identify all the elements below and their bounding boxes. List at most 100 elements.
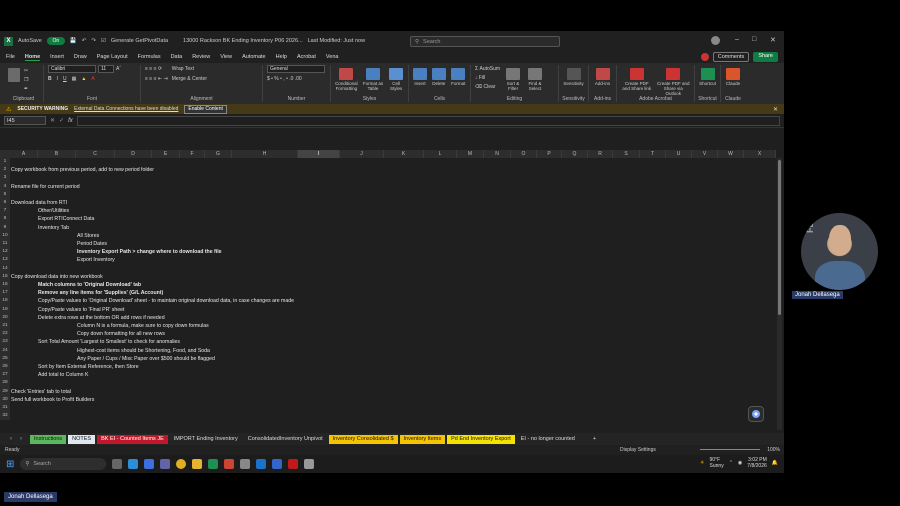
- row-header[interactable]: 23: [0, 338, 10, 347]
- cell-text[interactable]: Any Paper / Cups / Misc Paper over $500 …: [77, 355, 215, 363]
- warning-message[interactable]: External Data Connections have been disa…: [74, 106, 178, 112]
- row-header[interactable]: 28: [0, 379, 10, 388]
- notification-icon[interactable]: 🔔: [772, 460, 778, 466]
- borders-icon[interactable]: ▦: [72, 75, 77, 83]
- column-header-p[interactable]: P: [537, 150, 562, 158]
- cell-text[interactable]: Copy down formatting for all new rows: [77, 330, 165, 338]
- menu-file[interactable]: File: [6, 54, 15, 60]
- row-header[interactable]: 24: [0, 346, 10, 355]
- column-header-v[interactable]: V: [692, 150, 718, 158]
- column-header-u[interactable]: U: [666, 150, 692, 158]
- sensitivity-button[interactable]: Sensitivity: [563, 65, 584, 86]
- maximize-icon[interactable]: □: [752, 36, 756, 43]
- table-row[interactable]: 20 Delete extra rows at the bottom OR add…: [0, 313, 776, 322]
- cut-icon[interactable]: ✂: [24, 67, 28, 75]
- insert-cells-button[interactable]: Insert: [413, 65, 427, 86]
- italic-icon[interactable]: I: [57, 75, 58, 83]
- app-gray-icon[interactable]: [304, 459, 315, 469]
- cancel-icon[interactable]: ✕: [50, 117, 55, 124]
- table-row[interactable]: 18 Copy/Paste values to 'Original Downloa…: [0, 297, 776, 306]
- row-header[interactable]: 15: [0, 272, 10, 281]
- column-header-d[interactable]: D: [115, 150, 152, 158]
- comments-button[interactable]: Comments: [712, 52, 750, 62]
- table-row[interactable]: 9 Inventory Tab: [0, 223, 776, 232]
- wifi-icon[interactable]: ◉: [738, 460, 742, 466]
- column-header-j[interactable]: J: [340, 150, 384, 158]
- sheet-tab[interactable]: ConsolidatedInventory Unpivot: [243, 434, 327, 444]
- function-icon[interactable]: fx: [68, 118, 73, 124]
- table-row[interactable]: 8 Export RTIConnect Data: [0, 215, 776, 224]
- undo-icon[interactable]: ↶: [82, 38, 87, 44]
- menu-home[interactable]: Home: [24, 54, 41, 61]
- cell-text[interactable]: All Stores: [77, 232, 99, 240]
- sheet-tab[interactable]: NOTES: [68, 434, 96, 444]
- create-pdf-outlook-button[interactable]: Create PDF and Share via Outlook: [657, 65, 690, 96]
- table-row[interactable]: 11 Period Dates: [0, 240, 776, 249]
- column-header-m[interactable]: M: [457, 150, 484, 158]
- warning-close-icon[interactable]: ✕: [773, 106, 778, 113]
- find-select-button[interactable]: Find & Select: [526, 65, 544, 91]
- display-settings[interactable]: Display Settings: [620, 447, 656, 453]
- column-header-q[interactable]: Q: [562, 150, 588, 158]
- enter-icon[interactable]: ✓: [59, 117, 64, 124]
- autosum-button[interactable]: Σ AutoSum: [475, 65, 500, 73]
- save-icon[interactable]: 💾: [70, 38, 77, 44]
- font-size-select[interactable]: 11: [98, 65, 114, 73]
- column-header-g[interactable]: G: [205, 150, 232, 158]
- row-header[interactable]: 11: [0, 240, 10, 249]
- app-blue-icon[interactable]: [272, 459, 283, 469]
- column-header-s[interactable]: S: [613, 150, 640, 158]
- cell-text[interactable]: Send full workbook to Profit Builders: [11, 396, 94, 404]
- format-painter-icon[interactable]: ✒: [24, 85, 28, 93]
- column-header-e[interactable]: E: [152, 150, 180, 158]
- column-header-f[interactable]: F: [180, 150, 205, 158]
- row-header[interactable]: 30: [0, 395, 10, 404]
- menu-view[interactable]: View: [220, 54, 232, 60]
- merge-center-button[interactable]: Merge & Center: [172, 75, 207, 83]
- sheet-tab[interactable]: BK EI - Counted Items JE: [97, 434, 168, 444]
- row-header[interactable]: 3: [0, 174, 10, 183]
- row-header[interactable]: 21: [0, 322, 10, 331]
- row-header[interactable]: 12: [0, 248, 10, 257]
- align-top-icon[interactable]: ≡ ≡ ≡ ⟳: [145, 65, 168, 73]
- table-row[interactable]: 4 Rename file for current period: [0, 182, 776, 191]
- menu-insert[interactable]: Insert: [50, 54, 64, 60]
- row-header[interactable]: 8: [0, 215, 10, 224]
- font-name-select[interactable]: Calibri: [48, 65, 96, 73]
- explorer-icon[interactable]: [192, 459, 203, 469]
- row-header[interactable]: 32: [0, 412, 10, 421]
- column-header-r[interactable]: R: [588, 150, 613, 158]
- font-color-icon[interactable]: A: [91, 75, 94, 83]
- cell-text[interactable]: Highest-cost items should be Shortening,…: [77, 347, 210, 355]
- weather-icon[interactable]: ☀: [700, 460, 704, 466]
- bold-icon[interactable]: B: [48, 75, 52, 83]
- sheet-tab[interactable]: Instructions: [30, 434, 67, 444]
- avatar[interactable]: [711, 36, 720, 45]
- table-row[interactable]: 16 Match columns to 'Original Download' t…: [0, 281, 776, 290]
- underline-icon[interactable]: U: [63, 75, 67, 83]
- taskbar-search[interactable]: ⚲ Search: [20, 458, 107, 470]
- row-header[interactable]: 25: [0, 354, 10, 363]
- row-header[interactable]: 29: [0, 387, 10, 396]
- menu-data[interactable]: Data: [171, 54, 183, 60]
- row-header[interactable]: 4: [0, 182, 10, 191]
- next-sheet-icon[interactable]: ›: [20, 436, 22, 442]
- column-header-h[interactable]: H: [232, 150, 298, 158]
- windows-start-icon[interactable]: ⊞: [6, 459, 14, 470]
- table-row[interactable]: 2 Copy workbook from previous period, add…: [0, 166, 776, 175]
- table-row[interactable]: 15 Copy download data into new workbook: [0, 272, 776, 281]
- table-row[interactable]: 29 Check 'Entries' tab to total: [0, 387, 776, 396]
- search-box[interactable]: ⚲ Search: [410, 36, 560, 47]
- cell-text[interactable]: Copy workbook from previous period, add …: [11, 166, 154, 174]
- zoom-level[interactable]: 100%: [767, 447, 780, 453]
- number-format-select[interactable]: General: [267, 65, 325, 73]
- table-row[interactable]: 6 Download data from RTI: [0, 199, 776, 208]
- table-row[interactable]: 30 Send full workbook to Profit Builders: [0, 395, 776, 404]
- excel-taskbar-icon[interactable]: [208, 459, 219, 469]
- row-header[interactable]: 2: [0, 166, 10, 175]
- todo-icon[interactable]: [144, 459, 155, 469]
- column-header-o[interactable]: O: [511, 150, 537, 158]
- row-header[interactable]: 31: [0, 404, 10, 413]
- align-left-icon[interactable]: ≡ ≡ ≡ ⇤ ⇥: [145, 75, 168, 83]
- chrome-icon[interactable]: [176, 459, 187, 469]
